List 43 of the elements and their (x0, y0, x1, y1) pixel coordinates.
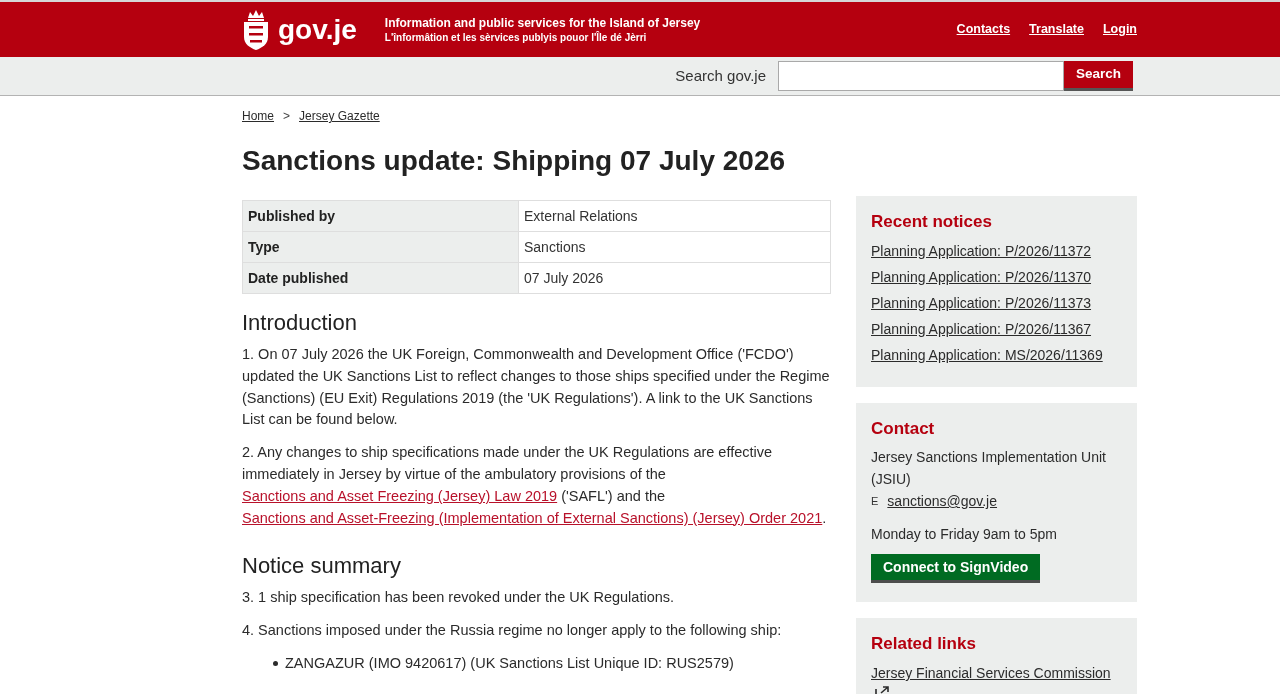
notice-link[interactable]: Planning Application: P/2026/11367 (871, 321, 1092, 337)
email-link[interactable]: sanctions@gov.je (887, 490, 998, 512)
header-link[interactable]: Login (1103, 20, 1137, 39)
notice-link[interactable]: Planning Application: P/2026/11370 (871, 269, 1092, 285)
list-item-text: ZANGAZUR (IMO 9420617) (UK Sanctions List Unique ID: RUS2579) (285, 653, 734, 673)
paragraph: 1. On 07 July 2026 the UK Foreign, Commonwealth and Development Office ('FCDO') updated the UK Sanctions List to reflect changes to those ships specified under the Regime (Sanctions) (EU Exit) Regulations 2019 (the 'UK Regulations'). A link to the UK Sanctions List can be found below. (242, 345, 831, 430)
site-logo-text[interactable]: gov.je (278, 15, 357, 44)
breadcrumb-link[interactable]: Home (242, 108, 274, 124)
breadcrumb-separator: > (283, 108, 291, 124)
signvideo-button[interactable]: Connect to SignVideo (871, 554, 1041, 583)
header-link[interactable]: Contacts (956, 20, 1011, 39)
inline-link[interactable]: Sanctions and Asset Freezing (Jersey) Law 2019 (242, 487, 558, 504)
notice-link[interactable]: Planning Application: P/2026/11373 (871, 295, 1092, 311)
email-label: E (871, 494, 879, 509)
section-heading: Introduction (242, 309, 358, 337)
panel-heading: Recent notices (871, 212, 993, 232)
search-field[interactable] (777, 61, 1064, 91)
paragraph: 3. 1 ship specification has been revoked under the UK Regulations. (242, 588, 676, 608)
table-header-cell: Published by (242, 200, 519, 232)
opening-hours: Monday to Friday 9am to 5pm (871, 525, 1058, 544)
panel-heading: Related links (871, 634, 977, 654)
table-cell: 07 July 2026 (518, 262, 831, 294)
section-heading: Notice summary (242, 552, 402, 581)
notice-link[interactable]: Planning Application: MS/2026/11369 (871, 347, 1103, 363)
paragraph: 2. Any changes to ship specifications made under the UK Regulations are effective immediately in Jersey by virtue of the ambulatory provisions of the Sanctions and Asset Freezing (Jersey) Law 2019 ('SAFL') and the Sanctions and Asset-Freezing (Implementation of External Sanctions) (Jersey) Order 2021. (242, 443, 828, 528)
contact-organisation: Jersey Sanctions Implementation Unit (JSIU) (871, 448, 1107, 489)
bullet-icon (273, 661, 278, 667)
search-label: Search gov.je (675, 65, 767, 86)
related-link[interactable]: Jersey Financial Services Commission (871, 665, 1111, 681)
table-header-cell: Type (242, 231, 519, 263)
table-header-cell: Date published (242, 262, 519, 294)
crest-icon (242, 8, 270, 51)
table-cell: External Relations (518, 200, 831, 232)
breadcrumb-link[interactable]: Jersey Gazette (299, 108, 380, 124)
notice-link[interactable]: Planning Application: P/2026/11372 (871, 243, 1092, 259)
panel-heading: Contact (871, 419, 936, 439)
paragraph: 4. Sanctions imposed under the Russia regime no longer apply to the following ship: (242, 621, 783, 641)
site-tagline: L'înformâtion et les sèrvices publyis pouor l'Île dé Jèrri (384, 30, 648, 45)
site-tagline: Information and public services for the Island of Jersey (384, 14, 701, 31)
header-link[interactable]: Translate (1029, 20, 1084, 39)
search-button[interactable]: Search (1063, 61, 1133, 91)
table-cell: Sanctions (518, 231, 831, 263)
page-title: Sanctions update: Shipping 07 July 2026 (242, 144, 787, 178)
